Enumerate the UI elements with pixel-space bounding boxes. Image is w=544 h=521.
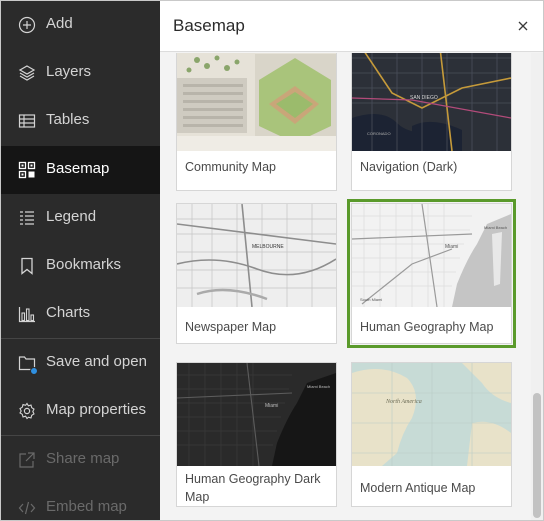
basemap-card-community-map[interactable]: Community Map (176, 53, 337, 191)
basemap-label: Modern Antique Map (360, 481, 476, 495)
sidebar-item-label: Add (46, 15, 73, 32)
basemap-card-human-geography-dark-map[interactable]: Miami Miami Beach Human Geography Dark M… (176, 362, 337, 507)
panel-header: Basemap (160, 1, 543, 52)
basemap-label: Newspaper Map (185, 320, 277, 334)
sidebar-item-legend[interactable]: Legend (1, 194, 160, 242)
gallery-scrollbar[interactable] (531, 53, 543, 520)
unsaved-badge (30, 367, 38, 375)
map-city-label: MELBOURNE (252, 244, 284, 250)
gear-icon (19, 402, 35, 420)
basemap-gallery[interactable]: Community Map SAN DIEGO CORONADO Navigat… (160, 53, 529, 520)
sidebar-item-add[interactable]: Add (1, 1, 160, 49)
sidebar-item-layers[interactable]: Layers (1, 49, 160, 97)
add-circle-icon (18, 16, 36, 34)
map-place-label: Miami Beach (307, 384, 330, 389)
basemap-label: Human Geography Dark Map (185, 472, 321, 504)
bookmark-icon (21, 257, 33, 275)
layers-icon (18, 65, 36, 81)
table-icon (18, 114, 36, 128)
sidebar-item-share-map: Share map (1, 436, 160, 484)
sidebar-item-label: Map properties (46, 401, 147, 418)
sidebar-item-label: Tables (46, 111, 90, 128)
sidebar-item-save-and-open[interactable]: Save and open (1, 339, 160, 387)
sidebar-item-label: Charts (46, 304, 91, 321)
sidebar-item-label: Share map (46, 450, 120, 467)
human-geography-dark-thumbnail: Miami Miami Beach (177, 363, 336, 466)
share-icon (19, 452, 35, 468)
basemap-label: Community Map (185, 160, 276, 174)
basemap-label: Navigation (Dark) (360, 160, 458, 174)
map-place-label: CORONADO (367, 131, 391, 136)
map-place-label: Miami Beach (484, 225, 507, 230)
map-city-label: Miami (265, 403, 278, 409)
app-frame: Add Layers Tables Basemap Legend Bookmar… (0, 0, 544, 521)
code-icon (18, 501, 36, 515)
close-icon[interactable] (515, 18, 531, 34)
sidebar-item-tables[interactable]: Tables (1, 97, 160, 145)
map-city-label: Miami (445, 244, 458, 250)
basemap-card-modern-antique-map[interactable]: North America Modern Antique Map (351, 362, 512, 507)
chart-icon (18, 307, 35, 323)
map-city-label: SAN DIEGO (410, 95, 438, 101)
sidebar-item-embed-map: Embed map (1, 484, 160, 520)
legend-icon (20, 211, 34, 225)
basemap-icon (18, 161, 36, 179)
basemap-card-navigation-dark[interactable]: SAN DIEGO CORONADO Navigation (Dark) (351, 53, 512, 191)
modern-antique-thumbnail: North America (352, 363, 511, 466)
panel-title: Basemap (173, 16, 245, 35)
sidebar-item-label: Save and open (46, 353, 147, 370)
sidebar-item-label: Embed map (46, 498, 127, 515)
community-map-thumbnail (177, 53, 336, 151)
sidebar-item-charts[interactable]: Charts (1, 290, 160, 338)
sidebar-item-map-properties[interactable]: Map properties (1, 387, 160, 435)
sidebar-item-label: Legend (46, 208, 97, 225)
map-place-label: South Miami (360, 297, 382, 302)
sidebar-item-label: Layers (46, 63, 92, 80)
basemap-card-human-geography-map[interactable]: Miami Miami Beach South Miami Human Geog… (347, 199, 516, 348)
newspaper-map-thumbnail: MELBOURNE (177, 204, 336, 307)
basemap-label: Human Geography Map (360, 320, 494, 334)
sidebar: Add Layers Tables Basemap Legend Bookmar… (1, 1, 160, 520)
sidebar-item-basemap[interactable]: Basemap (1, 146, 160, 194)
scrollbar-thumb[interactable] (533, 393, 541, 518)
basemap-panel: Basemap Community Map SAN DIEGO CORONADO… (160, 1, 543, 520)
basemap-card-newspaper-map[interactable]: MELBOURNE Newspaper Map (176, 203, 337, 344)
human-geography-thumbnail: Miami Miami Beach South Miami (352, 204, 511, 307)
sidebar-item-label: Basemap (46, 160, 110, 177)
sidebar-item-bookmarks[interactable]: Bookmarks (1, 242, 160, 290)
sidebar-item-label: Bookmarks (46, 256, 122, 273)
navigation-dark-thumbnail: SAN DIEGO CORONADO (352, 53, 511, 151)
map-place-label: North America (385, 399, 422, 405)
